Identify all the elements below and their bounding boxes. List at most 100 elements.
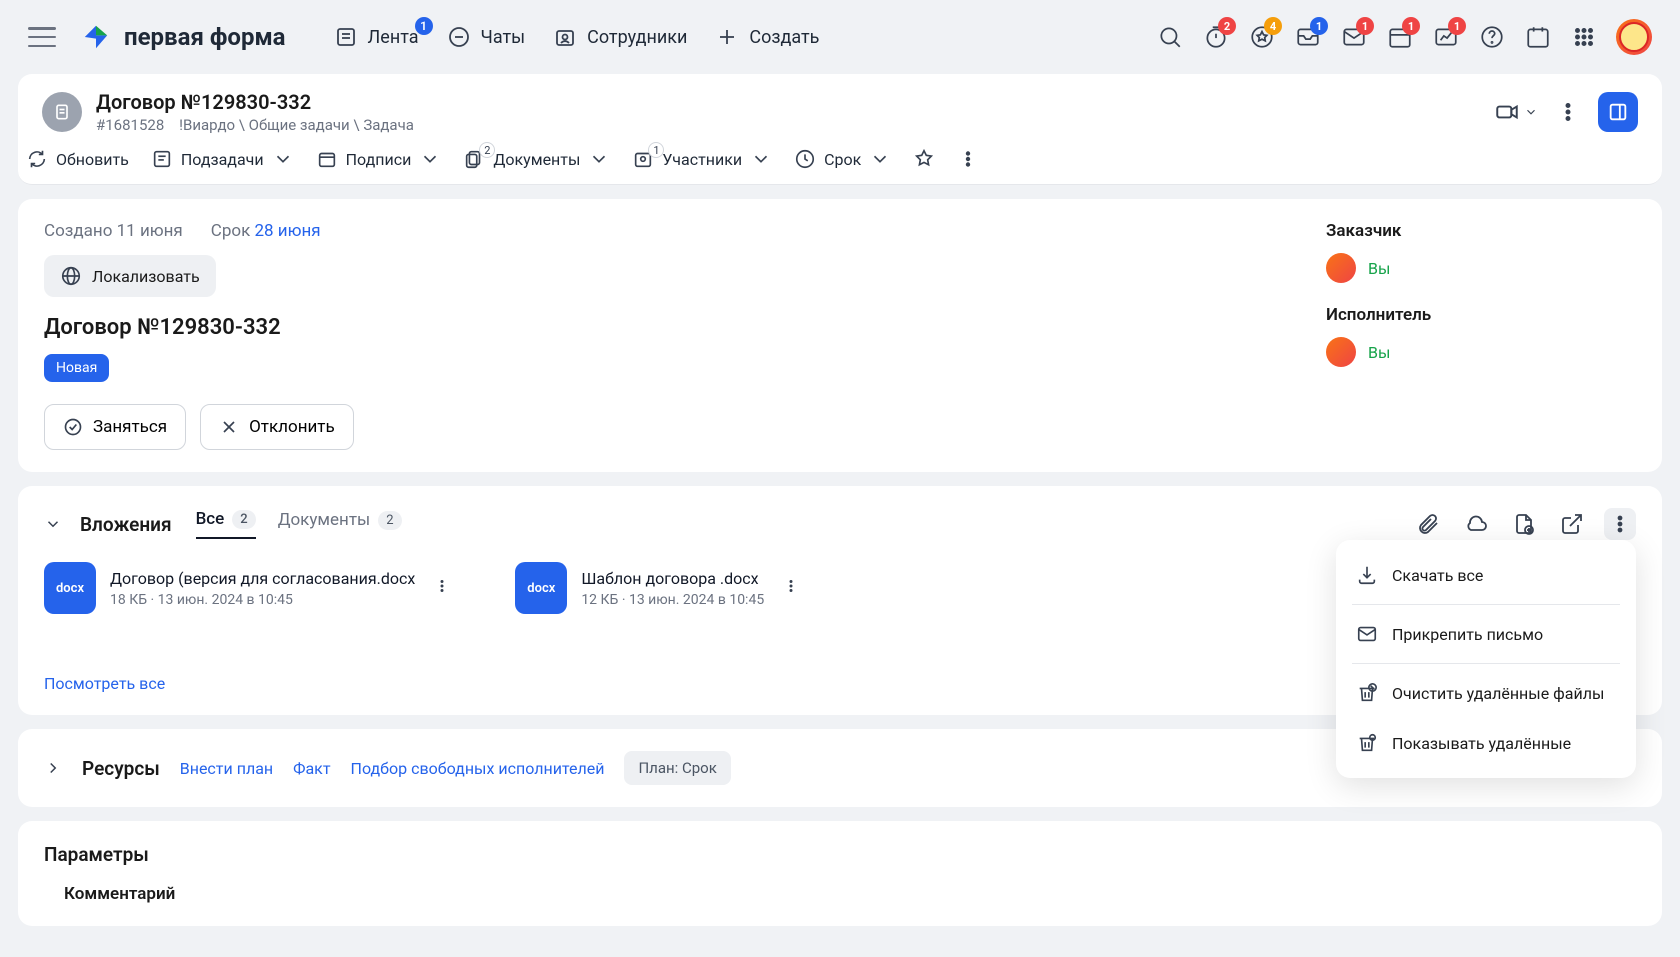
chevron-down-icon — [1524, 105, 1538, 119]
params-title: Параметры — [44, 843, 1636, 866]
star-outline-icon — [913, 148, 935, 170]
chevron-right-icon[interactable] — [44, 759, 62, 777]
cloud-icon — [1464, 512, 1488, 536]
more-vertical-icon — [433, 577, 451, 595]
mail-button[interactable]: 1 — [1340, 23, 1368, 51]
chart-button[interactable]: 1 — [1432, 23, 1460, 51]
collapse-icon[interactable] — [44, 515, 62, 533]
file-type-icon: docx — [44, 562, 96, 614]
side-panel: Заказчик Вы Исполнитель Вы — [1326, 221, 1586, 389]
file-more-button[interactable] — [778, 573, 804, 603]
plan-chip: План: Срок — [624, 751, 730, 785]
external-link-button[interactable] — [1556, 508, 1588, 540]
more-vertical-icon — [957, 148, 979, 170]
refresh-button[interactable]: Обновить — [26, 148, 129, 170]
feed-badge: 1 — [415, 17, 433, 35]
plus-icon — [715, 25, 739, 49]
timer-button[interactable]: 2 — [1202, 23, 1230, 51]
file-item[interactable]: docx Шаблон договора .docx 12 КБ · 13 ию… — [515, 562, 804, 614]
deadline-link[interactable]: 28 июня — [254, 221, 320, 241]
cloud-button[interactable] — [1460, 508, 1492, 540]
nav-create[interactable]: Создать — [715, 25, 819, 49]
download-all-item[interactable]: Скачать все — [1336, 550, 1636, 600]
logo[interactable]: первая форма — [80, 21, 286, 53]
apps-button[interactable] — [1570, 23, 1598, 51]
file-plus-icon — [1512, 512, 1536, 536]
x-icon — [219, 417, 239, 437]
show-deleted-item[interactable]: Показывать удалённые — [1336, 718, 1636, 768]
attach-mail-item[interactable]: Прикрепить письмо — [1336, 609, 1636, 659]
resources-title: Ресурсы — [82, 757, 160, 780]
add-doc-button[interactable] — [1508, 508, 1540, 540]
date-button[interactable] — [1524, 23, 1552, 51]
employees-icon — [553, 25, 577, 49]
file-meta: 18 КБ · 13 июн. 2024 в 10:45 — [110, 592, 415, 608]
attachments-title: Вложения — [80, 513, 172, 536]
search-icon — [1157, 24, 1183, 50]
file-more-button[interactable] — [429, 573, 455, 603]
chat-icon — [447, 25, 471, 49]
params-card: Параметры Комментарий — [18, 821, 1662, 926]
search-button[interactable] — [1156, 23, 1184, 51]
help-button[interactable] — [1478, 23, 1506, 51]
menu-button[interactable] — [28, 27, 56, 47]
accept-button[interactable]: Заняться — [44, 404, 186, 450]
page-title: Договор №129830-332 — [96, 90, 414, 114]
reject-button[interactable]: Отклонить — [200, 404, 354, 450]
more-vertical-icon — [1608, 512, 1632, 536]
trash-show-icon — [1356, 732, 1378, 754]
check-circle-icon — [63, 417, 83, 437]
deadline-button[interactable]: Срок — [794, 148, 891, 170]
logo-icon — [80, 21, 112, 53]
breadcrumb: #1681528 !Виардо \ Общие задачи \ Задача — [96, 116, 414, 134]
more-vertical-icon — [1555, 99, 1581, 125]
participants-button[interactable]: 1Участники — [632, 148, 772, 170]
toolbar: Обновить Подзадачи Подписи 2Документы 1У… — [18, 134, 1662, 185]
customer-person[interactable]: Вы — [1326, 253, 1586, 283]
file-meta: 12 КБ · 13 июн. 2024 в 10:45 — [581, 592, 764, 608]
localize-button[interactable]: Локализовать — [44, 255, 216, 297]
inbox-button[interactable]: 1 — [1294, 23, 1322, 51]
executor-person[interactable]: Вы — [1326, 337, 1586, 367]
tab-all[interactable]: Все2 — [196, 509, 256, 539]
file-name: Договор (версия для согласования.docx — [110, 569, 415, 588]
favorite-button[interactable] — [913, 148, 935, 170]
attach-file-button[interactable] — [1412, 508, 1444, 540]
subtasks-icon — [151, 148, 173, 170]
fact-link[interactable]: Факт — [293, 759, 330, 778]
header-more-button[interactable] — [1554, 98, 1582, 126]
pick-executors-link[interactable]: Подбор свободных исполнителей — [351, 759, 605, 778]
globe-icon — [60, 265, 82, 287]
user-avatar[interactable] — [1616, 19, 1652, 55]
nav-feed[interactable]: Лента 1 — [334, 25, 419, 49]
logo-text: первая форма — [124, 23, 286, 51]
documents-button[interactable]: 2Документы — [463, 148, 610, 170]
task-card: Создано 11 июня Срок 28 июня Локализоват… — [18, 199, 1662, 472]
file-item[interactable]: docx Договор (версия для согласования.do… — [44, 562, 455, 614]
created-label: Создано 11 июня — [44, 221, 183, 241]
star-button[interactable]: 4 — [1248, 23, 1276, 51]
panel-toggle-button[interactable] — [1598, 92, 1638, 132]
clear-deleted-item[interactable]: Очистить удалённые файлы — [1336, 668, 1636, 718]
page-header: Договор №129830-332 #1681528 !Виардо \ О… — [18, 74, 1662, 134]
calendar-button[interactable]: 1 — [1386, 23, 1414, 51]
top-nav: первая форма Лента 1 Чаты Сотрудники Соз… — [0, 0, 1680, 74]
nav-employees[interactable]: Сотрудники — [553, 25, 687, 49]
executor-label: Исполнитель — [1326, 305, 1586, 325]
toolbar-more-button[interactable] — [957, 148, 979, 170]
attachments-more-button[interactable] — [1604, 508, 1636, 540]
view-all-link[interactable]: Посмотреть все — [44, 674, 165, 693]
signatures-button[interactable]: Подписи — [316, 148, 442, 170]
subtasks-button[interactable]: Подзадачи — [151, 148, 294, 170]
tab-documents[interactable]: Документы2 — [278, 509, 402, 539]
clock-icon — [794, 148, 816, 170]
nav-chats[interactable]: Чаты — [447, 25, 526, 49]
grid-icon — [1571, 24, 1597, 50]
status-badge: Новая — [44, 354, 109, 382]
avatar — [1326, 337, 1356, 367]
comment-label: Комментарий — [64, 884, 1636, 904]
video-call-button[interactable] — [1494, 99, 1538, 125]
chevron-down-icon — [588, 148, 610, 170]
plan-link[interactable]: Внести план — [180, 759, 273, 778]
refresh-icon — [26, 148, 48, 170]
